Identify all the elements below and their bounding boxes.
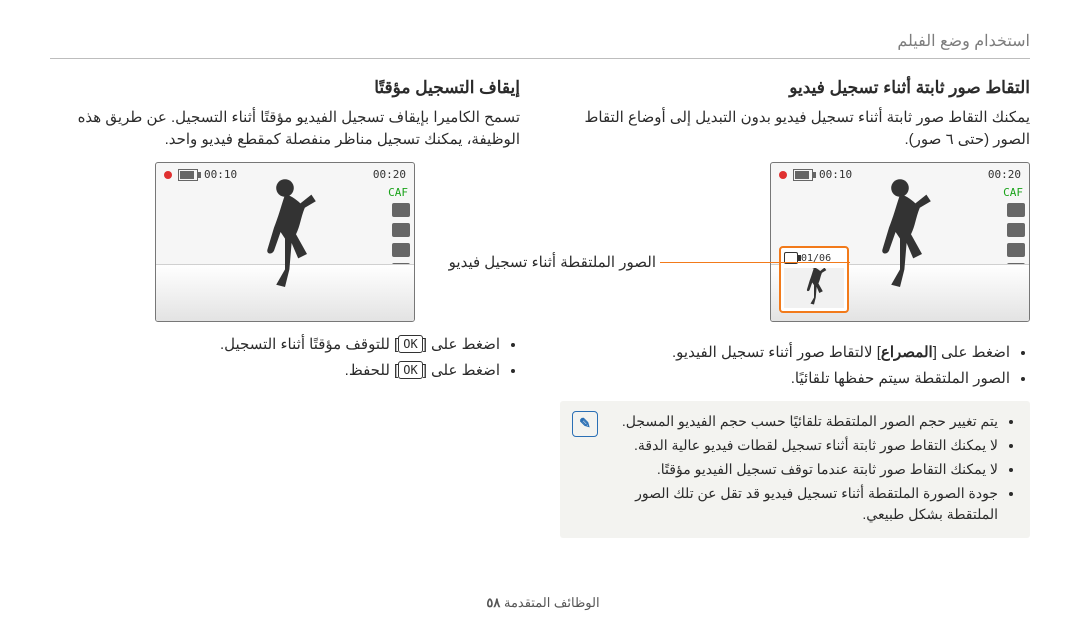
battery-icon xyxy=(793,169,813,181)
page-header: استخدام وضع الفيلم xyxy=(50,30,1030,54)
note-icon: ✎ xyxy=(572,411,598,437)
camera-screen: 00:10 00:20 CAF xyxy=(155,162,415,322)
stabilizer-icon xyxy=(392,243,410,257)
footer-page-number: ٥٨ xyxy=(486,595,500,610)
remaining-time: 00:20 xyxy=(373,167,406,184)
section-title-pause: إيقاف التسجيل مؤقتًا xyxy=(50,75,520,101)
page-footer: الوظائف المتقدمة ٥٨ xyxy=(0,593,1080,613)
resolution-icon xyxy=(392,223,410,237)
battery-icon xyxy=(178,169,198,181)
column-pause-recording: إيقاف التسجيل مؤقتًا تسمح الكاميرا بإيقا… xyxy=(50,75,520,538)
mode-icon xyxy=(1007,203,1025,217)
subject-silhouette xyxy=(250,177,320,287)
elapsed-time: 00:10 xyxy=(204,167,237,184)
camera-screen: 00:10 00:20 CAF xyxy=(770,162,1030,322)
record-indicator-icon xyxy=(164,171,172,179)
record-indicator-icon xyxy=(779,171,787,179)
section-title-stills: التقاط صور ثابتة أثناء تسجيل فيديو xyxy=(560,75,1030,101)
still-counter-value: 01/06 xyxy=(801,251,831,266)
remaining-time: 00:20 xyxy=(988,167,1021,184)
mode-icon xyxy=(392,203,410,217)
note-list: يتم تغيير حجم الصور الملتقطة تلقائيًا حس… xyxy=(610,411,1018,525)
step-item: الصور الملتقطة سيتم حفظها تلقائيًا. xyxy=(560,368,1010,391)
two-column-layout: إيقاف التسجيل مؤقتًا تسمح الكاميرا بإيقا… xyxy=(50,75,1030,538)
step-item: اضغط على [المصراع] لالتقاط صور أثناء تسج… xyxy=(560,342,1010,365)
note-item: لا يمكنك التقاط صور ثابتة عندما توقف تسج… xyxy=(610,459,998,480)
header-rule xyxy=(50,58,1030,59)
note-item: لا يمكنك التقاط صور ثابتة أثناء تسجيل لق… xyxy=(610,435,998,456)
note-item: يتم تغيير حجم الصور الملتقطة تلقائيًا حس… xyxy=(610,411,998,432)
camera-preview-pause: 00:10 00:20 CAF xyxy=(155,162,415,322)
note-box: ✎ يتم تغيير حجم الصور الملتقطة تلقائيًا … xyxy=(560,401,1030,538)
still-thumbnail-panel: 01/06 xyxy=(779,246,849,313)
footer-section: الوظائف المتقدمة xyxy=(504,595,600,610)
ok-button-icon: OK xyxy=(398,335,422,353)
step-item: اضغط على [OK] للحفظ. xyxy=(50,360,500,383)
section-para-pause: تسمح الكاميرا بإيقاف تسجيل الفيديو مؤقتً… xyxy=(50,107,520,152)
steps-stills: اضغط على [المصراع] لالتقاط صور أثناء تسج… xyxy=(560,342,1030,391)
step-item: اضغط على [OK] للتوقف مؤقتًا أثناء التسجي… xyxy=(50,334,500,357)
subject-silhouette xyxy=(865,177,935,287)
resolution-icon xyxy=(1007,223,1025,237)
camera-preview-stills: 00:10 00:20 CAF xyxy=(770,162,1030,322)
elapsed-time: 00:10 xyxy=(819,167,852,184)
stabilizer-icon xyxy=(1007,243,1025,257)
ok-button-icon: OK xyxy=(398,361,422,379)
subject-silhouette-mini xyxy=(800,268,828,305)
caf-indicator: CAF xyxy=(388,185,408,202)
still-counter: 01/06 xyxy=(784,251,844,266)
section-para-stills: يمكنك التقاط صور ثابتة أثناء تسجيل فيديو… xyxy=(560,107,1030,152)
steps-pause: اضغط على [OK] للتوقف مؤقتًا أثناء التسجي… xyxy=(50,334,520,383)
shutter-label: المصراع xyxy=(881,344,933,361)
caf-indicator: CAF xyxy=(1003,185,1023,202)
manual-page: استخدام وضع الفيلم إيقاف التسجيل مؤقتًا … xyxy=(0,0,1080,630)
column-capture-stills: التقاط صور ثابتة أثناء تسجيل فيديو يمكنك… xyxy=(560,75,1030,538)
still-thumbnail xyxy=(784,268,844,308)
callout-line xyxy=(660,262,850,263)
callout-label: الصور الملتقطة أثناء تسجيل فيديو xyxy=(449,252,656,275)
note-item: جودة الصورة الملتقطة أثناء تسجيل فيديو ق… xyxy=(610,483,998,525)
